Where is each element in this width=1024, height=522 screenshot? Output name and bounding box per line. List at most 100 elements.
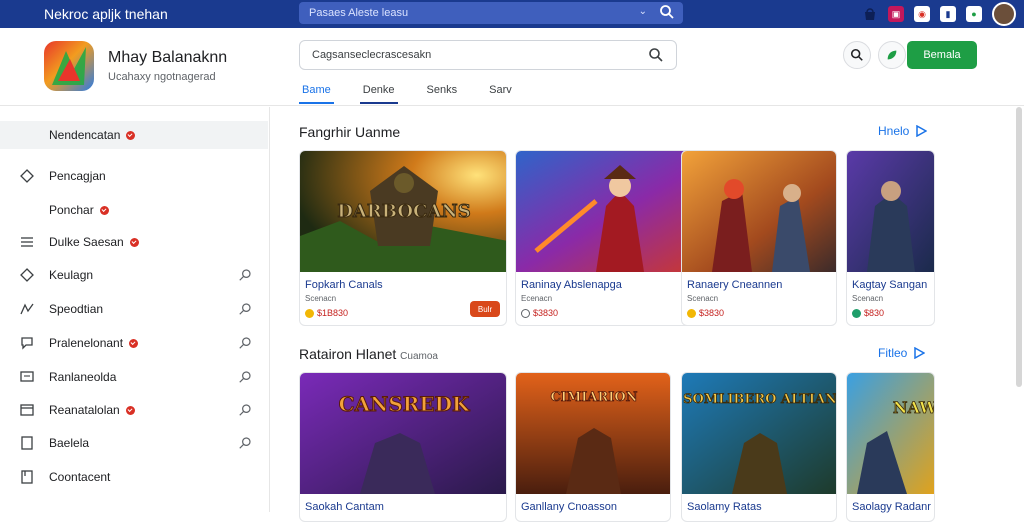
contact-icon xyxy=(21,470,33,484)
shop-icon[interactable] xyxy=(862,6,878,22)
top-search-field[interactable]: Pasaes Aleste leasu ⌄ xyxy=(299,2,683,24)
avatar[interactable] xyxy=(992,2,1016,26)
tab-bar: Bame Denke Senks Sarv xyxy=(299,82,541,104)
game-title: Raninay Abslenapga xyxy=(521,279,622,291)
sidebar-item-ranlaneolda[interactable]: Ranlaneolda xyxy=(0,363,268,391)
game-art: NAW xyxy=(847,373,934,494)
sidebar-item-speodtian[interactable]: Speodtian xyxy=(0,295,268,323)
phone-icon[interactable]: ▮ xyxy=(940,6,956,22)
sidebar-item-pralenelonant[interactable]: Pralenelonant xyxy=(0,329,268,357)
game-art: DARBOCANS xyxy=(300,151,506,272)
game-subtitle: Ecenacn xyxy=(521,294,553,303)
game-subtitle: Scenacn xyxy=(305,294,337,303)
game-price: $1B830 xyxy=(305,308,348,318)
sidebar-item-label: Ranlaneolda xyxy=(49,370,117,384)
tab-sarv[interactable]: Sarv xyxy=(486,82,515,104)
notifications-icon[interactable]: ● xyxy=(966,6,982,22)
game-title: Saolamy Ratas xyxy=(687,501,762,513)
game-price: $3830 xyxy=(687,308,724,318)
app-title: Mhay Balanaknn xyxy=(108,49,228,66)
search-button[interactable] xyxy=(843,41,871,69)
game-card[interactable]: Ranaery Cneannen Scenacn $3830 xyxy=(681,150,837,326)
game-title: Saokah Cantam xyxy=(305,501,384,513)
play-arrow-icon xyxy=(914,347,926,359)
search-icon[interactable] xyxy=(238,370,252,384)
game-card[interactable]: SOMLIBERO ALTIAN Saolamy Ratas xyxy=(681,372,837,522)
app-logo xyxy=(44,41,94,91)
pin-icon[interactable]: ◉ xyxy=(914,6,930,22)
verified-badge-icon xyxy=(125,406,135,415)
leaf-icon xyxy=(887,50,897,60)
sidebar-item-nendencatan[interactable]: Nendencatan xyxy=(0,121,268,149)
sidebar-item-ponchar[interactable]: Ponchar xyxy=(0,196,268,224)
diamond-icon xyxy=(20,169,34,183)
gift-icon[interactable]: ▣ xyxy=(888,6,904,22)
sidebar-item-dulke-saesan[interactable]: Dulke Saesan xyxy=(0,228,268,256)
tab-senks[interactable]: Senks xyxy=(424,82,461,104)
game-art-title: NAW xyxy=(893,398,935,417)
game-card[interactable]: CANSREDK Saokah Cantam xyxy=(299,372,507,522)
app-subtitle: Ucahaxy ngotnagerad xyxy=(108,71,216,83)
search-icon[interactable] xyxy=(238,268,252,282)
sidebar-item-keulagn[interactable]: Keulagn xyxy=(0,261,268,289)
play-arrow-icon xyxy=(916,125,928,137)
verified-badge-icon xyxy=(129,339,139,348)
scrollbar[interactable] xyxy=(1016,107,1022,387)
game-title: Saolagy Radanr xyxy=(852,501,931,513)
game-art: SOMLIBERO ALTIAN xyxy=(682,373,836,494)
game-title: Ranaery Cneannen xyxy=(687,279,783,291)
sidebar-item-label: Dulke Saesan xyxy=(49,235,124,249)
sidebar-item-label: Ponchar xyxy=(49,203,94,217)
doc-icon xyxy=(21,436,33,450)
main-search-input[interactable]: Cagsanseclecrascesakn xyxy=(299,40,677,70)
search-icon[interactable] xyxy=(238,336,252,350)
tab-denke[interactable]: Denke xyxy=(359,82,398,104)
game-card[interactable]: DARBOCANS Fopkarh Canals Scenacn $1B830 … xyxy=(299,150,507,326)
buy-button[interactable]: Bulr xyxy=(470,301,500,317)
sidebar-item-label: Baelela xyxy=(49,436,90,450)
sidebar-item-label: Pencagjan xyxy=(49,169,106,183)
section-more-link[interactable]: Hnelo xyxy=(878,124,928,138)
game-price: $830 xyxy=(852,308,884,318)
game-subtitle: Scenacn xyxy=(852,294,884,303)
game-card[interactable]: NAW Saolagy Radanr xyxy=(846,372,935,522)
search-icon[interactable] xyxy=(238,403,252,417)
game-price-value: $3830 xyxy=(699,308,725,318)
sidebar-item-pencagjan[interactable]: Pencagjan xyxy=(0,162,268,190)
sidebar-item-label: Keulagn xyxy=(49,268,94,282)
search-icon[interactable] xyxy=(238,302,252,316)
search-icon[interactable] xyxy=(238,436,252,450)
game-art-title: SOMLIBERO ALTIAN xyxy=(683,392,837,407)
game-price-value: $830 xyxy=(864,308,885,318)
coin-icon xyxy=(852,308,861,318)
coin-icon xyxy=(687,308,696,318)
game-art-title: CANSREDK xyxy=(339,392,470,416)
sidebar-item-baelela[interactable]: Baelela xyxy=(0,429,268,457)
top-search-text: Pasaes Aleste leasu xyxy=(309,7,409,19)
search-icon[interactable] xyxy=(659,4,675,20)
sidebar-item-coontacent[interactable]: Coontacent xyxy=(0,463,268,491)
primary-action-button[interactable]: Bemala xyxy=(907,41,977,69)
search-icon[interactable] xyxy=(648,47,664,63)
tab-bame[interactable]: Bame xyxy=(299,82,334,104)
filter-button[interactable] xyxy=(878,41,906,69)
game-price-value: $3830 xyxy=(533,308,559,318)
monitor-icon xyxy=(20,371,34,382)
sidebar-item-label: Reanatalolan xyxy=(49,403,120,417)
game-art: CANSREDK xyxy=(300,373,506,494)
graph-icon xyxy=(20,303,34,315)
game-title: Fopkarh Canals xyxy=(305,279,383,291)
game-art-title: CIMIARION xyxy=(550,390,637,405)
game-price: $3830 xyxy=(521,308,558,318)
section-title: Fangrhir Uanme xyxy=(299,124,401,140)
section-title-text: Ratairon Hlanet xyxy=(299,346,397,362)
chevron-down-icon[interactable]: ⌄ xyxy=(639,6,647,17)
top-bar: Nekroc apljk tnehan Pasaes Aleste leasu … xyxy=(0,0,1024,28)
coin-icon xyxy=(521,308,530,318)
game-card[interactable]: CIMIARION Ganllany Cnoasson xyxy=(515,372,671,522)
sidebar-item-reanatalolan[interactable]: Reanatalolan xyxy=(0,396,268,424)
section-more-link[interactable]: Fitleo xyxy=(878,346,926,360)
verified-badge-icon xyxy=(99,206,109,215)
game-card[interactable]: Kagtay Sangan Scenacn $830 xyxy=(846,150,935,326)
game-art-title: DARBOCANS xyxy=(337,201,471,222)
